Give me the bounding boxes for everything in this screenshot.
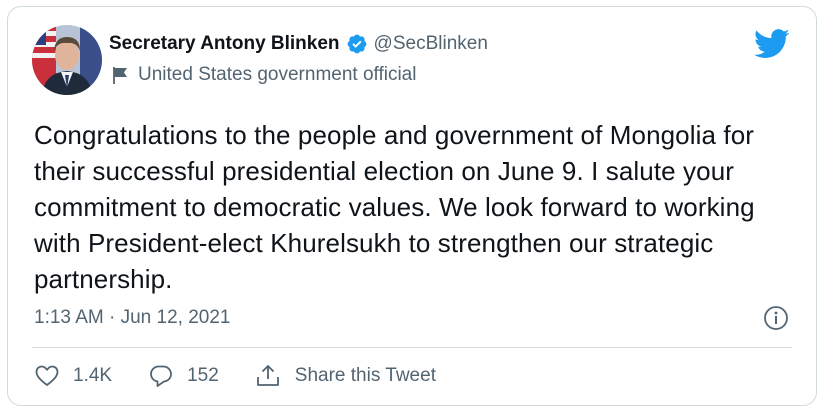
divider — [32, 347, 792, 348]
author-display-name[interactable]: Secretary Antony Blinken — [109, 33, 340, 55]
like-button[interactable]: 1.4K — [34, 363, 112, 389]
share-button[interactable]: Share this Tweet — [255, 363, 436, 389]
action-bar: 1.4K 152 Share this Tweet — [34, 363, 472, 389]
account-label: United States government official — [109, 64, 416, 86]
tweet-text: Congratulations to the people and govern… — [34, 120, 755, 294]
like-count: 1.4K — [73, 365, 113, 386]
twitter-bird-icon[interactable] — [754, 29, 790, 59]
tweet-card[interactable]: Secretary Antony Blinken @SecBlinken Uni… — [7, 6, 817, 406]
heart-icon — [35, 365, 59, 386]
author-handle[interactable]: @SecBlinken — [374, 33, 488, 55]
author-photo — [32, 25, 102, 95]
reply-count: 152 — [187, 365, 219, 386]
share-label: Share this Tweet — [294, 365, 436, 386]
info-icon[interactable] — [763, 305, 789, 331]
account-label-text: United States government official — [138, 64, 417, 85]
share-icon — [256, 365, 279, 386]
reply-bubble-icon — [150, 365, 172, 387]
reply-button[interactable]: 152 — [148, 363, 219, 389]
author-avatar[interactable] — [32, 25, 102, 95]
tweet-timestamp[interactable]: 1:13 AM · Jun 12, 2021 — [34, 307, 230, 329]
government-flag-icon — [113, 66, 127, 84]
verified-badge-icon — [346, 33, 368, 55]
